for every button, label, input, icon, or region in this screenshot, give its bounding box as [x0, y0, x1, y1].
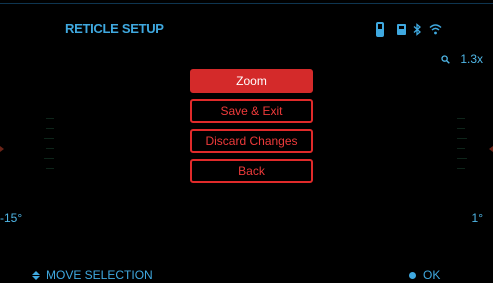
phone-icon — [376, 21, 384, 37]
left-edge-marker — [0, 146, 4, 152]
scale-tick — [457, 128, 465, 129]
scale-tick — [457, 118, 465, 119]
scale-tick — [457, 138, 467, 139]
right-angle-value: 1° — [471, 211, 483, 225]
ok-dot-icon — [409, 271, 416, 279]
scale-tick — [46, 118, 54, 119]
scale-tick — [46, 128, 54, 129]
scale-tick — [457, 148, 465, 149]
discard-changes-button[interactable]: Discard Changes — [190, 129, 313, 153]
save-exit-button[interactable]: Save & Exit — [190, 99, 313, 123]
status-bar — [376, 20, 442, 38]
scale-tick — [44, 158, 54, 159]
scale-tick — [457, 168, 465, 169]
magnifier-icon — [441, 54, 451, 64]
move-selection-label: MOVE SELECTION — [46, 268, 153, 282]
ok-hint: OK — [409, 268, 440, 282]
right-scale-graphic — [455, 110, 485, 190]
zoom-button[interactable]: Zoom — [190, 69, 313, 93]
wifi-icon — [429, 23, 442, 35]
left-angle-value: -15° — [0, 211, 23, 225]
back-button[interactable]: Back — [190, 159, 313, 183]
page-title: RETICLE SETUP — [65, 21, 164, 36]
up-down-arrows-icon — [32, 270, 40, 280]
scale-tick — [46, 168, 54, 169]
scale-tick — [457, 158, 467, 159]
sd-card-icon — [397, 23, 406, 35]
zoom-value: 1.3x — [460, 52, 483, 66]
screen: RETICLE SETUP 1.3x -15° 1° Zoom Save & E… — [0, 0, 493, 283]
left-scale-graphic — [30, 110, 58, 190]
scale-tick — [46, 148, 54, 149]
top-divider — [0, 3, 493, 4]
move-selection-hint: MOVE SELECTION — [32, 268, 153, 282]
bluetooth-icon — [413, 22, 422, 36]
ok-label: OK — [423, 268, 441, 282]
zoom-indicator: 1.3x — [441, 52, 483, 66]
reticle-menu: Zoom Save & Exit Discard Changes Back — [190, 69, 313, 189]
right-edge-marker — [489, 146, 493, 152]
scale-tick — [44, 138, 54, 139]
